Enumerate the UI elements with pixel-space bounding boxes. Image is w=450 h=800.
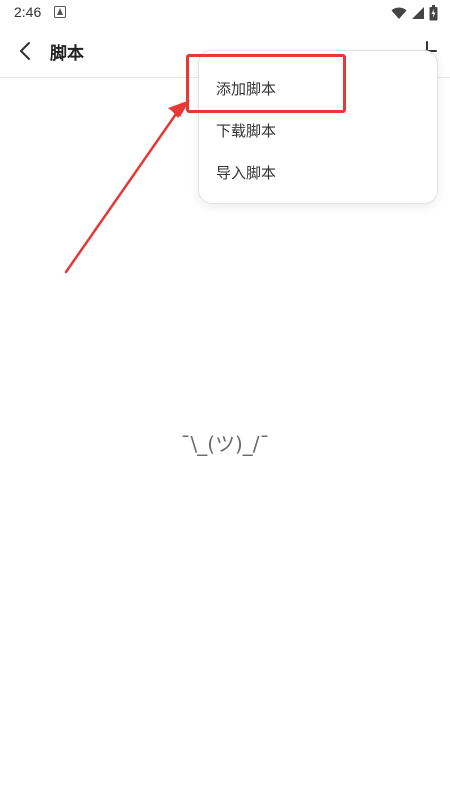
back-icon[interactable] [14, 39, 38, 63]
signal-icon [412, 7, 424, 19]
empty-state-text: ¯\_(ツ)_/¯ [180, 432, 270, 456]
page-title: 脚本 [50, 44, 84, 64]
battery-icon [429, 5, 438, 21]
menu-item-add-script[interactable]: 添加脚本 [216, 78, 276, 99]
notification-icon [54, 6, 66, 18]
status-time: 2:46 [14, 4, 42, 20]
menu-item-import-script[interactable]: 导入脚本 [216, 162, 276, 183]
status-icons [391, 5, 438, 21]
menu-item-download-script[interactable]: 下载脚本 [216, 120, 276, 141]
add-script-menu: 添加脚本 下载脚本 导入脚本 [198, 50, 438, 204]
wifi-icon [391, 7, 407, 19]
status-bar: 2:46 [0, 0, 450, 26]
